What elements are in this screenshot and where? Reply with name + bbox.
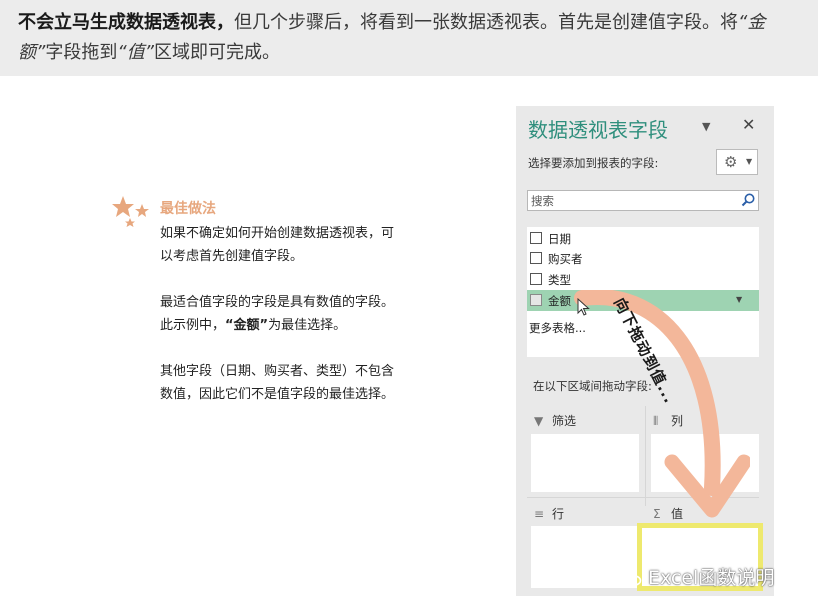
field-checkbox[interactable] — [530, 232, 542, 244]
close-button[interactable]: ✕ — [742, 115, 755, 134]
pane-title: 数据透视表字段 — [528, 118, 668, 142]
field-checkbox[interactable] — [530, 294, 542, 306]
field-buyer[interactable]: 购买者 — [527, 248, 759, 269]
instruction-value: “值” — [117, 42, 154, 63]
instruction-part-2: 字段拖到 — [45, 42, 118, 63]
caret-down-icon[interactable]: ▼ — [702, 120, 710, 133]
wechat-icon — [620, 569, 642, 586]
watermark: Excel函数说明 — [620, 563, 774, 590]
chevron-down-icon: ▼ — [746, 157, 753, 166]
field-label: 购买者 — [548, 252, 583, 266]
tip-paragraph-1: 如果不确定如何开始创建数据透视表，可以考虑首先创建值字段。 — [160, 226, 395, 264]
search-box[interactable] — [527, 190, 759, 211]
filter-icon: ▼ — [534, 414, 544, 428]
cursor-icon — [577, 298, 590, 316]
search-icon[interactable] — [740, 192, 756, 208]
choose-fields-label: 选择要添加到报表的字段: — [528, 156, 659, 170]
instruction-banner: 不会立马生成数据透视表，但几个步骤后，将看到一张数据透视表。首先是创建值字段。将… — [0, 0, 818, 76]
instruction-lead: 不会立马生成数据透视表， — [18, 12, 234, 33]
tip-paragraph-2-end: 为最佳选择。 — [268, 318, 347, 333]
tools-button[interactable]: ⚙ ▼ — [716, 149, 758, 175]
stars-icon — [112, 196, 149, 227]
search-input[interactable] — [531, 192, 731, 209]
instruction-part-3: 区域即可完成。 — [153, 42, 280, 63]
tip-paragraph-2-bold: “金额” — [225, 318, 269, 333]
field-date[interactable]: 日期 — [527, 228, 759, 249]
field-checkbox[interactable] — [530, 252, 542, 264]
field-label: 类型 — [548, 273, 571, 287]
gear-icon: ⚙ — [724, 153, 738, 171]
field-label: 日期 — [548, 232, 571, 246]
tip-paragraph-2: 最适合值字段的字段是具有数值的字段。此示例中，“金额”为最佳选择。 — [160, 291, 405, 337]
tip-title: 最佳做法 — [160, 201, 216, 217]
tip-paragraph-3: 其他字段（日期、购买者、类型）不包含数值，因此它们不是值字段的最佳选择。 — [160, 364, 395, 402]
watermark-text: Excel函数说明 — [648, 567, 775, 589]
drag-arrow-icon — [574, 290, 750, 518]
rows-icon: ≡ — [534, 507, 545, 521]
instruction-part-1: 但几个步骤后，将看到一张数据透视表。首先是创建值字段。将 — [234, 12, 738, 33]
instruction-text: 不会立马生成数据透视表，但几个步骤后，将看到一张数据透视表。首先是创建值字段。将… — [18, 8, 808, 68]
field-type[interactable]: 类型 — [527, 269, 759, 290]
tip-body: 如果不确定如何开始创建数据透视表，可以考虑首先创建值字段。 最适合值字段的字段是… — [160, 222, 405, 406]
field-checkbox[interactable] — [530, 273, 542, 285]
